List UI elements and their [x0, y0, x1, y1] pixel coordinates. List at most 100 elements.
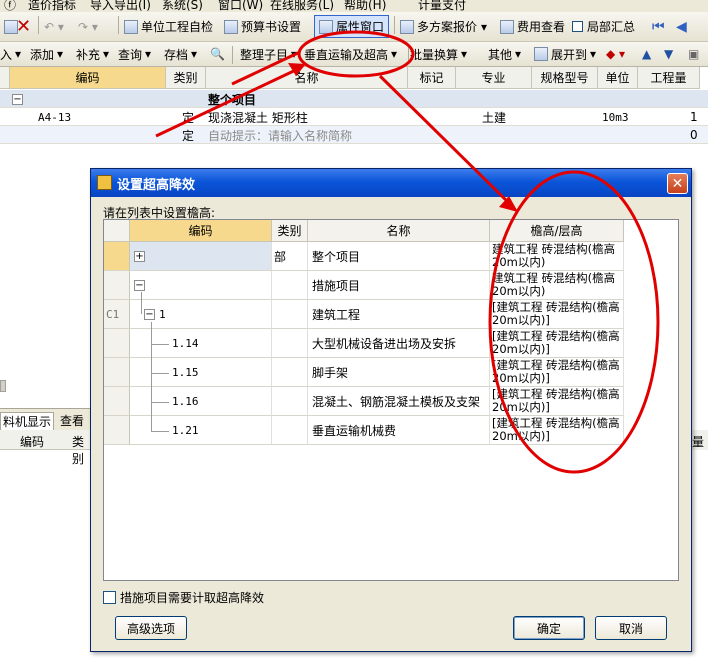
local-summary-checkbox[interactable]: [572, 21, 583, 32]
other-dropdown[interactable]: 其他 ▾: [488, 42, 521, 66]
table-row[interactable]: 1.21 垂直运输机械费 [建筑工程 砖混结构(檐高20m以内)]: [104, 416, 678, 445]
grid-header-spec[interactable]: 规格型号: [532, 67, 598, 89]
row-index: C1: [104, 300, 130, 329]
batch-convert-dropdown[interactable]: 批量换算 ▾: [410, 42, 467, 66]
local-summary-toggle[interactable]: 局部汇总: [572, 12, 635, 41]
expand-icon[interactable]: +: [134, 250, 145, 262]
previous-page-icon[interactable]: ◀: [676, 12, 687, 41]
dlg-header-height[interactable]: 檐高/层高: [490, 220, 624, 242]
menu-item-window[interactable]: 窗口(W): [218, 0, 263, 12]
grid-empty-area-left: [0, 168, 90, 408]
move-up-icon[interactable]: ▲: [642, 42, 651, 66]
table-row[interactable]: 1.14 大型机械设备进出场及安拆 [建筑工程 砖混结构(檐高20m以内)]: [104, 329, 678, 358]
vertical-transport-dropdown[interactable]: 垂直运输及超高 ▾: [304, 42, 397, 66]
table-row[interactable]: − 整个项目: [0, 90, 708, 108]
first-page-icon[interactable]: ⏮: [652, 12, 665, 41]
add-dropdown[interactable]: 添加 ▾: [30, 42, 63, 66]
paint-bucket-icon[interactable]: ◆ ▾: [606, 42, 625, 66]
organize-dropdown[interactable]: 整理子目 ▾: [240, 42, 297, 66]
dlg-cell-height[interactable]: [建筑工程 砖混结构(檐高20m以内)]: [490, 416, 624, 445]
table-row[interactable]: 1.16 混凝土、钢筋混凝土模板及支架 [建筑工程 砖混结构(檐高20m以内)]: [104, 387, 678, 416]
dlg-cell-name: 垂直运输机械费: [308, 416, 490, 445]
grid-header-name[interactable]: 名称: [206, 67, 408, 89]
dlg-header-name[interactable]: 名称: [308, 220, 490, 242]
dlg-cell-height[interactable]: [建筑工程 砖混结构(檐高20m以内)]: [490, 387, 624, 416]
cost-view-button[interactable]: 费用查看: [500, 12, 565, 41]
expand-to-dropdown[interactable]: 展开到 ▾: [534, 42, 596, 66]
import-dropdown[interactable]: 入 ▾: [0, 42, 21, 66]
grid-header-qty[interactable]: 工程量: [638, 67, 700, 89]
dlg-cell-height[interactable]: [建筑工程 砖混结构(檐高20m以内)]: [490, 358, 624, 387]
delete-icon[interactable]: ✕: [16, 12, 31, 41]
measure-items-option[interactable]: 措施项目需要计取超高降效: [103, 589, 264, 606]
splitter-handle[interactable]: [0, 380, 6, 392]
menu-item-help[interactable]: 帮助(H): [344, 0, 386, 12]
unit-check-button[interactable]: 单位工程自检: [124, 12, 213, 41]
more-icon[interactable]: ▣: [688, 42, 699, 66]
table-row[interactable]: − 措施项目 建筑工程 砖混结构(檐高20m以内): [104, 271, 678, 300]
grid-header-type[interactable]: 类别: [166, 67, 206, 89]
budget-settings-button[interactable]: 预算书设置: [224, 12, 301, 41]
menu-item-system[interactable]: 系统(S): [162, 0, 203, 12]
measure-items-checkbox[interactable]: [103, 591, 116, 604]
advanced-options-button[interactable]: 高级选项: [115, 616, 187, 640]
dlg-cell-name: 整个项目: [308, 242, 490, 271]
row-index: [104, 358, 130, 387]
menu-item-import-export[interactable]: 导入导出(I): [90, 0, 151, 12]
redo-icon[interactable]: ↷ ▾: [78, 12, 98, 41]
table-row[interactable]: A4-13 定 现浇混凝土 矩形柱 土建 10m3 1: [0, 108, 708, 126]
tab-material-display[interactable]: 料机显示: [0, 412, 55, 431]
collapse-icon[interactable]: −: [134, 279, 145, 291]
bottom-header-code[interactable]: 编码: [20, 433, 44, 450]
dlg-cell-height[interactable]: [建筑工程 砖混结构(檐高20m以内)]: [490, 329, 624, 358]
query-dropdown[interactable]: 查询 ▾: [118, 42, 151, 66]
cancel-button[interactable]: 取消: [595, 616, 667, 640]
table-row[interactable]: 定 自动提示：请输入名称简称 0: [0, 126, 708, 144]
dlg-header-code[interactable]: 编码: [130, 220, 272, 242]
grid-cell-major: 土建: [482, 110, 507, 125]
move-down-icon[interactable]: ▼: [664, 42, 673, 66]
table-row[interactable]: 1.15 脚手架 [建筑工程 砖混结构(檐高20m以内)]: [104, 358, 678, 387]
row-index: [104, 416, 130, 445]
grid-empty-area: [0, 144, 708, 168]
grid-cell-code: A4-13: [38, 110, 72, 124]
menu-item-f[interactable]: ⓕ: [4, 0, 16, 12]
table-row[interactable]: C1 −1 建筑工程 [建筑工程 砖混结构(檐高20m以内)]: [104, 300, 678, 329]
grid-cell-type: 定: [182, 128, 195, 143]
grid-header-mark[interactable]: 标记: [408, 67, 456, 89]
grid-header-unit[interactable]: 单位: [598, 67, 638, 89]
save-dropdown[interactable]: 存档 ▾: [164, 42, 197, 66]
dlg-header-type[interactable]: 类别: [272, 220, 308, 242]
grid-cell-type: 定: [182, 110, 195, 125]
table-row[interactable]: + 部 整个项目 建筑工程 砖混结构(檐高20m以内): [104, 242, 678, 271]
grid-cell-name-hint[interactable]: 自动提示：请输入名称简称: [208, 126, 352, 144]
menu-item-online-service[interactable]: 在线服务(L): [270, 0, 334, 12]
row-index: [104, 271, 130, 300]
multi-quote-button[interactable]: 多方案报价 ▾: [400, 12, 487, 41]
dlg-cell-code: −: [130, 271, 272, 300]
property-window-button[interactable]: 属性窗口: [314, 12, 390, 41]
tree-line: [151, 373, 169, 374]
supplement-dropdown[interactable]: 补充 ▾: [76, 42, 109, 66]
collapse-icon[interactable]: −: [12, 90, 27, 108]
dlg-cell-name: 建筑工程: [308, 300, 490, 329]
menu-item-cost-index[interactable]: 造价指标: [28, 0, 76, 12]
binoculars-icon[interactable]: 🔍: [210, 42, 225, 66]
dlg-cell-height[interactable]: 建筑工程 砖混结构(檐高20m以内): [490, 271, 624, 300]
undo-icon[interactable]: ↶ ▾: [44, 12, 64, 41]
menu-item-measurement[interactable]: 计量支付: [418, 0, 466, 12]
grid-cell-name: 现浇混凝土 矩形柱: [208, 110, 308, 125]
dialog-title-bar[interactable]: 设置超高降效 ✕: [91, 169, 691, 197]
collapse-icon[interactable]: −: [144, 308, 155, 320]
bottom-header-qty[interactable]: 量: [692, 433, 704, 450]
dlg-cell-name: 混凝土、钢筋混凝土模板及支架: [308, 387, 490, 416]
menu-bar: ⓕ 造价指标 导入导出(I) 系统(S) 窗口(W) 在线服务(L) 帮助(H)…: [0, 0, 708, 12]
dlg-cell-height[interactable]: 建筑工程 砖混结构(檐高20m以内): [490, 242, 624, 271]
close-button[interactable]: ✕: [667, 173, 688, 194]
dlg-cell-height[interactable]: [建筑工程 砖混结构(檐高20m以内)]: [490, 300, 624, 329]
money-icon: [500, 19, 514, 34]
grid-header-code[interactable]: 编码: [10, 67, 166, 89]
grid-header-major[interactable]: 专业: [456, 67, 532, 89]
dialog-set-height-reduction: 设置超高降效 ✕ 请在列表中设置檐高: 编码 类别 名称 檐高/层高 + 部 整…: [90, 168, 692, 652]
ok-button[interactable]: 确定: [513, 616, 585, 640]
